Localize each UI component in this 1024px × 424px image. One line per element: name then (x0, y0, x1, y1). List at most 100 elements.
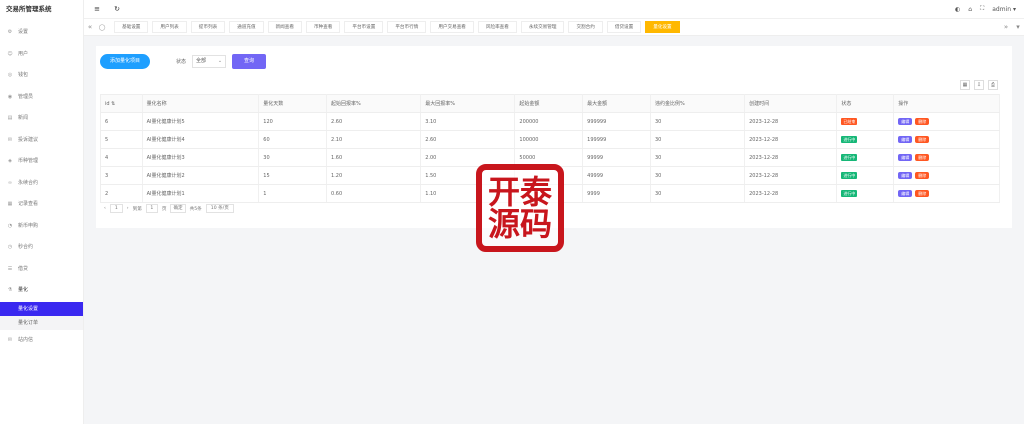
columns-icon[interactable]: ▦ (960, 80, 970, 90)
delete-button[interactable]: 删除 (915, 154, 930, 161)
cell-name: AI量化健康计划3 (142, 148, 260, 167)
sidebar-item-settings[interactable]: ⚙ 设置 (0, 22, 83, 44)
cell-days: 30 (258, 148, 328, 167)
cell-days: 120 (258, 112, 328, 131)
pager-current-page[interactable]: 1 (109, 204, 123, 213)
cell-name: AI量化健康计划2 (142, 166, 260, 185)
status-badge: 进行中 (841, 190, 858, 197)
sidebar-item-feedback[interactable]: ✉ 投诉建议 (0, 130, 83, 152)
delete-button[interactable]: 删除 (915, 118, 930, 125)
sidebar-item-inbox[interactable]: ✉ 站内信 (0, 330, 83, 352)
column-header: 最大回报率% (420, 94, 516, 113)
home-icon[interactable]: ◯ (96, 24, 108, 31)
sidebar-item-subscribe[interactable]: ◔ 新币申购 (0, 216, 83, 238)
pager-goto-input[interactable]: 1 (145, 204, 158, 213)
edit-button[interactable]: 编辑 (898, 136, 913, 143)
sidebar-item-admin[interactable]: ◉ 管理员 (0, 87, 83, 109)
add-quant-button[interactable]: 添加量化项目 (100, 54, 151, 69)
pager-prev-icon[interactable]: ‹ (104, 206, 106, 211)
tabs-menu-icon[interactable]: ▾ (1012, 23, 1024, 31)
delete-button[interactable]: 删除 (915, 190, 930, 197)
tab-item[interactable]: 提币列表 (190, 21, 226, 33)
sidebar-item-users[interactable]: ☺ 用户 (0, 44, 83, 66)
edit-button[interactable]: 编辑 (898, 118, 913, 125)
sidebar-item-second-contract[interactable]: ◷ 秒合约 (0, 237, 83, 259)
tab-item[interactable]: 通道充值 (229, 21, 264, 33)
tab-item[interactable]: 平台币行情 (387, 21, 427, 33)
sidebar-subitem-quant-orders[interactable]: 量化订单 (0, 315, 83, 330)
query-button[interactable]: 查询 (232, 54, 267, 69)
tab-item[interactable]: 借贷设置 (606, 21, 642, 33)
admin-icon: ◉ (7, 93, 13, 100)
pager-confirm-button[interactable]: 确定 (170, 204, 186, 213)
sidebar-subitem-quant-settings[interactable]: 量化设置 (0, 301, 83, 316)
cell-name: AI量化健康计划4 (142, 130, 260, 149)
fullscreen-icon[interactable]: ⛶ (980, 5, 984, 13)
sidebar-item-coins[interactable]: ◈ 币种管理 (0, 151, 83, 173)
pager-size-select[interactable]: 10 条/页 (205, 204, 234, 213)
menu-toggle-icon[interactable]: ≡ (90, 5, 104, 13)
sidebar-item-label: 管理员 (18, 93, 34, 100)
column-header: 起始金额 (514, 94, 584, 113)
edit-button[interactable]: 编辑 (898, 154, 913, 161)
tab-item[interactable]: 平台币设置 (344, 21, 384, 33)
sidebar-item-news[interactable]: ▤ 新闻 (0, 108, 83, 130)
sidebar-item-quant[interactable]: ⚗ 量化 (0, 280, 83, 302)
sidebar-item-records[interactable]: ▦ 记录查看 (0, 194, 83, 216)
cell-id: 6 (100, 112, 143, 131)
status-select[interactable]: 全部 ⌄ (192, 55, 227, 68)
sidebar-menu: ⚙ 设置 ☺ 用户 ◎ 钱包 ◉ 管理员 ▤ 新闻 ✉ 投诉建议 ◈ 币种管理 ∞ 永续合约 ▦… (0, 22, 83, 351)
cell-status: 进行中 (836, 166, 895, 185)
column-header: 量化名称 (142, 94, 260, 113)
sidebar-item-label: 记录查看 (18, 201, 39, 207)
header-right: ◐ ⌂ ⛶ admin ▾ (955, 5, 1024, 13)
cell-min-rate: 2.10 (326, 130, 422, 149)
cell-status: 进行中 (836, 184, 895, 203)
pager-next-icon[interactable]: › (127, 206, 129, 211)
user-icon: ☺ (7, 50, 13, 57)
gear-icon: ⚙ (7, 29, 13, 35)
column-header: 操作 (893, 94, 1000, 113)
sidebar-item-wallet[interactable]: ◎ 钱包 (0, 65, 83, 87)
tab-item[interactable]: 永续交易管理 (520, 21, 565, 33)
table-tools: ▦ ⇩ ⎙ (960, 80, 998, 90)
quant-icon: ⚗ (7, 287, 13, 293)
refresh-icon[interactable]: ↻ (110, 5, 124, 13)
sidebar-item-label: 新闻 (18, 115, 29, 121)
tab-item[interactable]: 量化设置 (645, 21, 680, 33)
edit-button[interactable]: 编辑 (898, 190, 913, 197)
tab-item[interactable]: 币种查看 (305, 21, 341, 33)
edit-button[interactable]: 编辑 (898, 172, 913, 179)
sidebar-item-label: 站内信 (18, 336, 34, 343)
tab-item[interactable]: 交割合约 (568, 21, 603, 33)
cell-days: 1 (258, 184, 328, 203)
tab-item[interactable]: 新闻查看 (267, 21, 302, 33)
export-icon[interactable]: ⇩ (974, 80, 984, 90)
delete-button[interactable]: 删除 (915, 136, 930, 143)
cell-penalty: 30 (650, 166, 746, 185)
cell-status: 进行中 (836, 148, 895, 167)
mail-icon: ✉ (7, 336, 13, 343)
sidebar-item-loan[interactable]: ☰ 借贷 (0, 259, 83, 281)
top-header: ≡ ↻ ◐ ⌂ ⛶ admin ▾ (84, 0, 1024, 18)
user-menu[interactable]: admin ▾ (992, 6, 1016, 13)
cell-min-rate: 2.60 (326, 112, 422, 131)
tabs-next-icon[interactable]: » (1000, 23, 1012, 31)
tabs-prev-icon[interactable]: « (84, 23, 96, 31)
theme-icon[interactable]: ◐ (955, 6, 960, 13)
tab-item[interactable]: 用户列表 (152, 21, 187, 33)
column-header[interactable]: id ⇅ (100, 94, 143, 113)
tag-icon[interactable]: ⌂ (968, 6, 972, 13)
sidebar-item-label: 设置 (18, 29, 29, 35)
second-contract-icon: ◷ (7, 244, 13, 250)
tab-item[interactable]: 用户交易查看 (430, 21, 474, 33)
cell-created: 2023-12-28 (744, 112, 838, 131)
cell-name: AI量化健康计划1 (142, 184, 260, 203)
sidebar-item-label: 量化 (18, 287, 29, 293)
tab-item[interactable]: 基础设置 (114, 21, 149, 33)
tab-item[interactable]: 风险率查看 (477, 21, 517, 33)
print-icon[interactable]: ⎙ (988, 80, 998, 90)
sidebar-item-label: 新币申购 (18, 222, 39, 229)
delete-button[interactable]: 删除 (915, 172, 930, 179)
sidebar-item-perpetual[interactable]: ∞ 永续合约 (0, 173, 83, 195)
